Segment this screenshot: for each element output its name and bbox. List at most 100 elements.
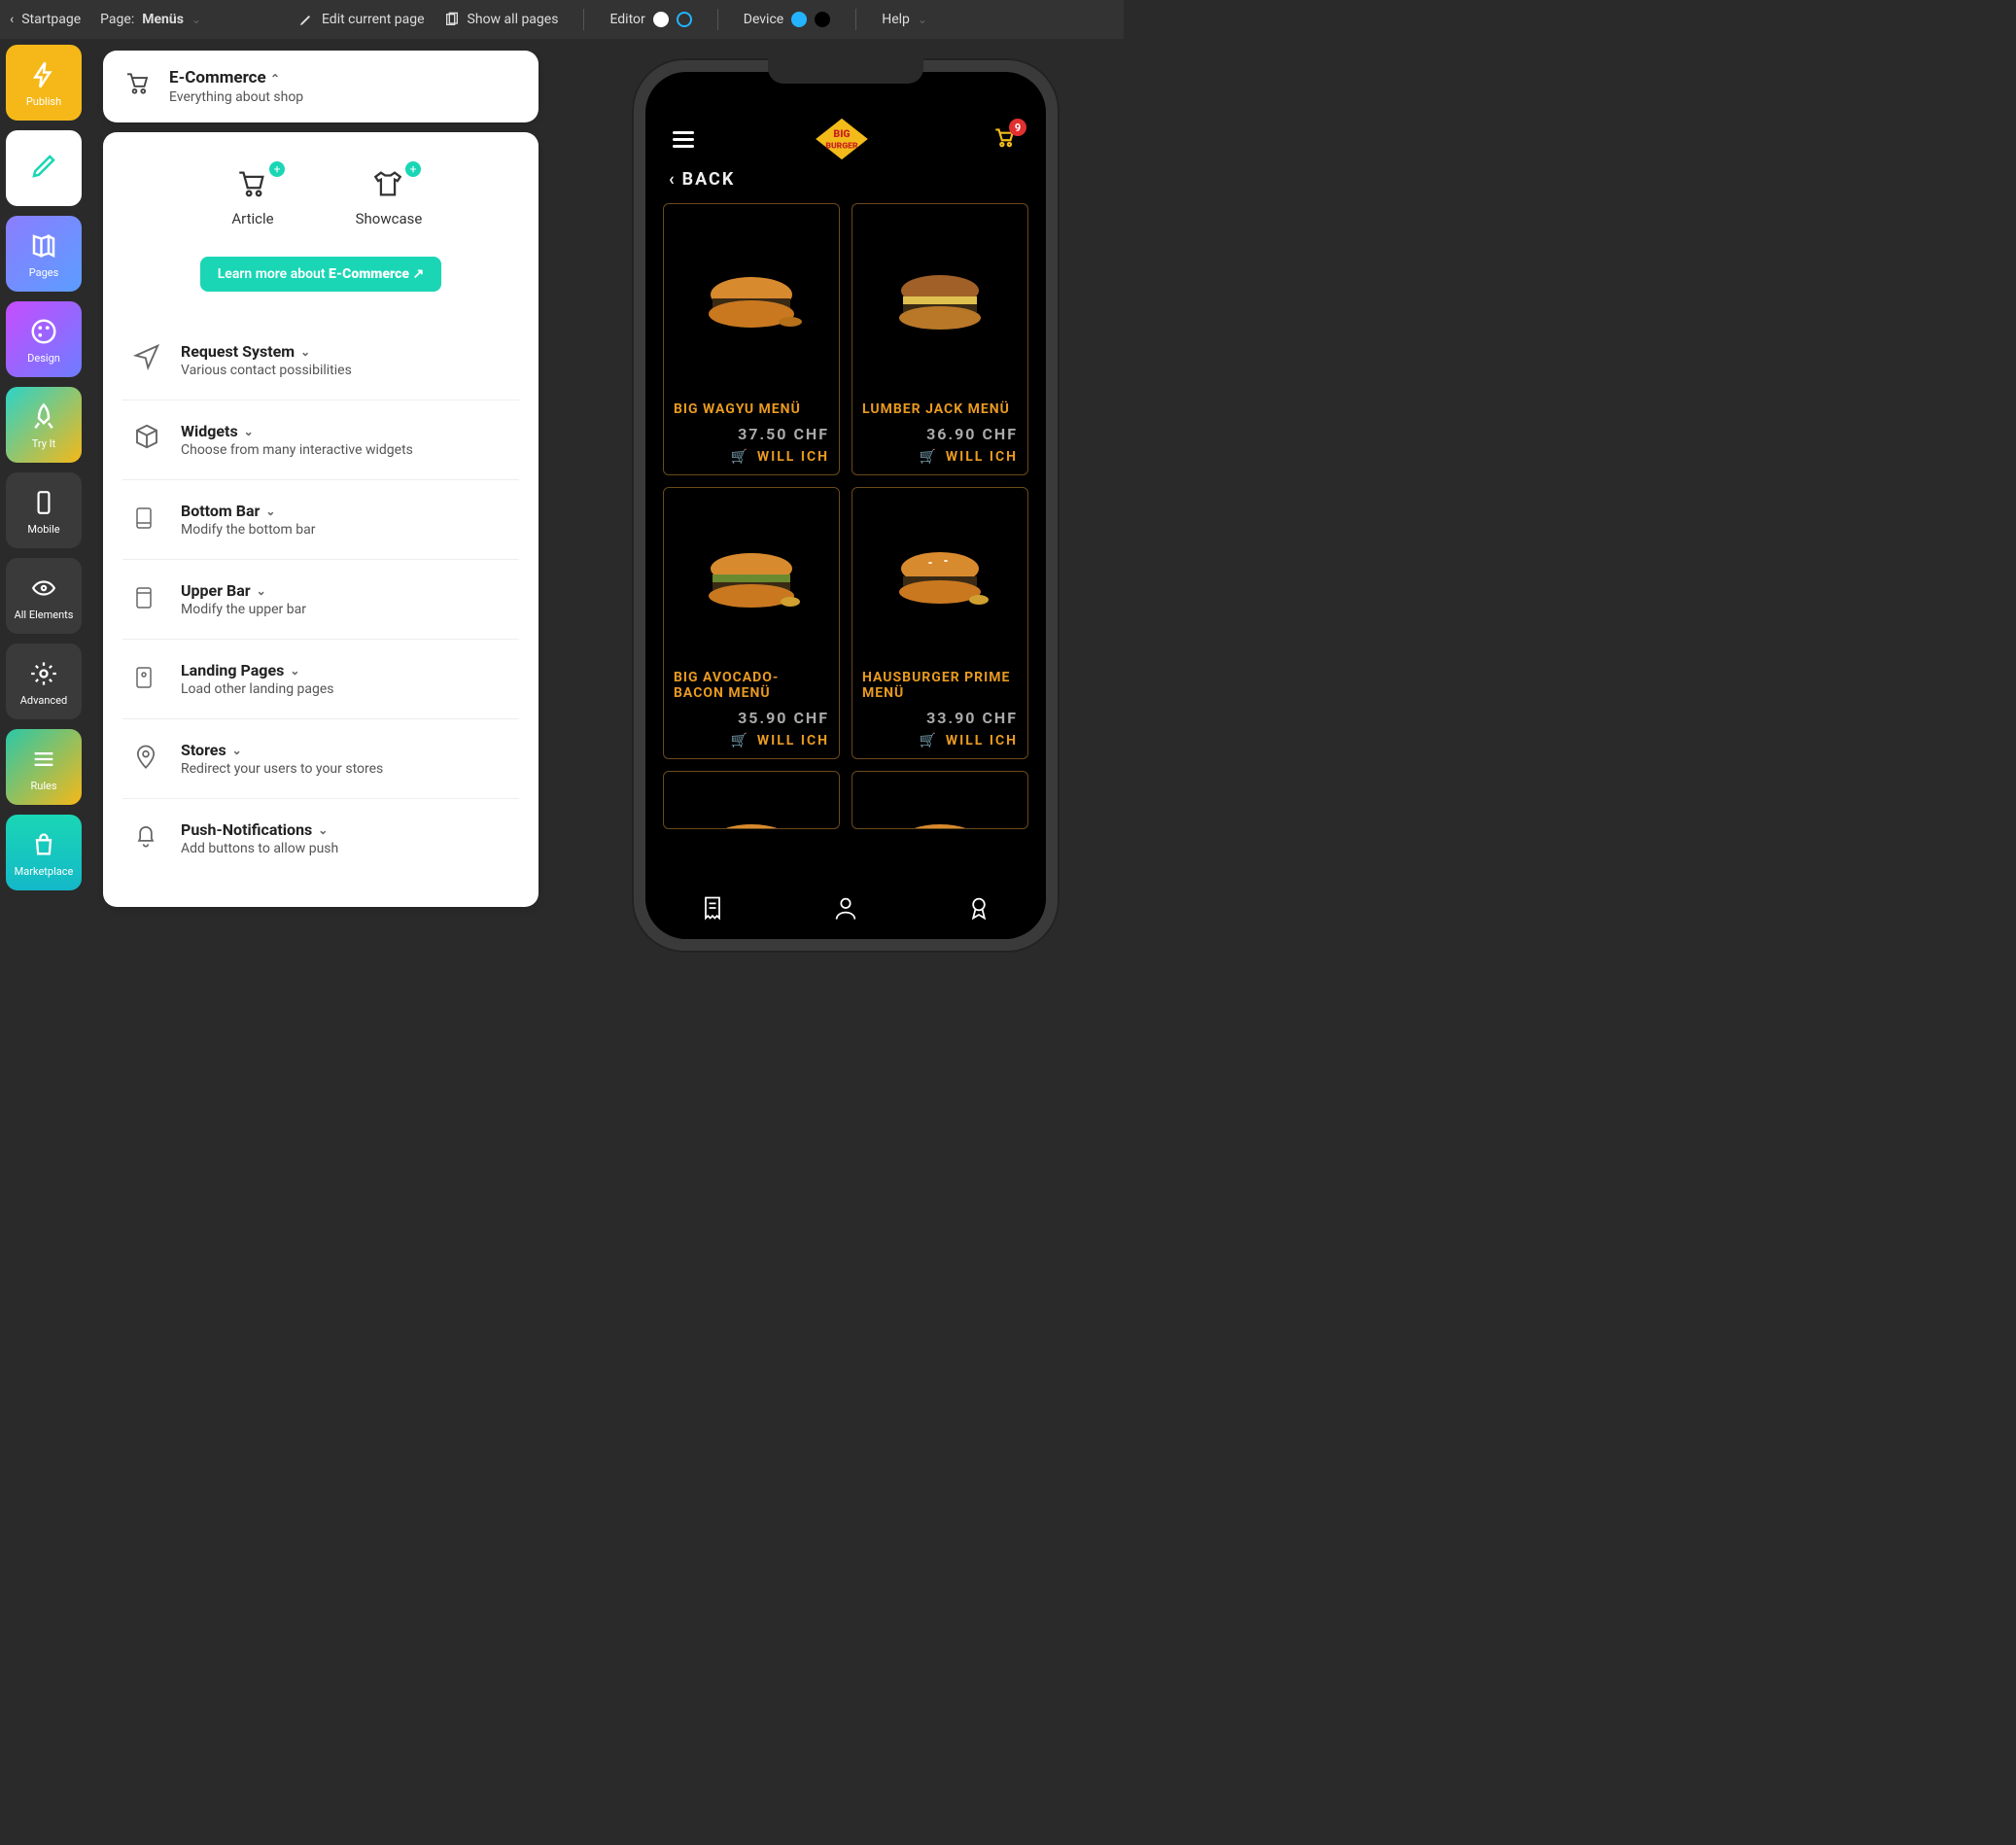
- panel-header[interactable]: E-Commerce ⌃ Everything about shop: [103, 51, 539, 122]
- panel-body: + Article + Showcase Learn more about E-…: [103, 132, 539, 907]
- back-label: BACK: [682, 169, 736, 190]
- rail-allelements[interactable]: All Elements: [6, 558, 82, 634]
- brand-logo[interactable]: BIG BURGER: [813, 117, 871, 161]
- menu-card-partial[interactable]: [852, 771, 1028, 829]
- brand-top: BIG: [833, 127, 850, 140]
- upperbar-icon: [132, 581, 163, 612]
- chevron-down-icon: ⌄: [300, 345, 310, 359]
- show-all-label: Show all pages: [468, 12, 559, 27]
- willich-label: WILL ICH: [946, 733, 1018, 748]
- menu-price: 35.90 CHF: [674, 709, 829, 727]
- rail-publish-label: Publish: [26, 95, 61, 108]
- back-button[interactable]: ‹ BACK: [669, 169, 1028, 190]
- rail-publish[interactable]: Publish: [6, 45, 82, 121]
- menu-title: HAUSBURGER PRIME MENÜ: [862, 670, 1018, 701]
- section-request-system[interactable]: Request System⌄Various contact possibili…: [122, 321, 519, 400]
- section-bottombar[interactable]: Bottom Bar⌄Modify the bottom bar: [122, 480, 519, 560]
- menu-grid: BIG WAGYU MENÜ 37.50 CHF 🛒WILL ICH LUMBE…: [663, 203, 1028, 829]
- element-picker: + Article + Showcase: [122, 157, 519, 257]
- breadcrumb-start[interactable]: ‹ Startpage: [10, 12, 81, 27]
- edit-page-label: Edit current page: [322, 12, 425, 27]
- element-showcase-label: Showcase: [356, 210, 423, 227]
- device-label: Device: [744, 12, 783, 27]
- rail-market-label: Marketplace: [15, 865, 74, 878]
- learn-more-button[interactable]: Learn more about E-Commerce ↗: [200, 257, 442, 292]
- rail-edit[interactable]: [6, 130, 82, 206]
- cube-icon: [132, 422, 163, 453]
- menu-card[interactable]: HAUSBURGER PRIME MENÜ 33.90 CHF 🛒WILL IC…: [852, 487, 1028, 759]
- section-upperbar[interactable]: Upper Bar⌄Modify the upper bar: [122, 560, 519, 640]
- cart-badge: 9: [1009, 119, 1026, 136]
- device-radio-desktop[interactable]: [815, 12, 830, 27]
- pages-icon: [444, 12, 460, 27]
- rail-rules[interactable]: Rules: [6, 729, 82, 805]
- user-icon[interactable]: [832, 894, 859, 925]
- section-title: Push-Notifications: [181, 820, 312, 839]
- section-sub: Modify the upper bar: [181, 602, 306, 617]
- cart-icon: 🛒: [730, 449, 748, 465]
- brand-bottom: BURGER: [825, 142, 858, 152]
- rail-tryit[interactable]: Try It: [6, 387, 82, 463]
- menu-title: BIG AVOCADO-BACON MENÜ: [674, 670, 829, 701]
- bag-icon: [27, 828, 60, 861]
- rail-marketplace[interactable]: Marketplace: [6, 815, 82, 890]
- section-sub: Choose from many interactive widgets: [181, 442, 413, 458]
- add-to-cart-button[interactable]: 🛒WILL ICH: [862, 449, 1018, 465]
- phone-screen: BIG BURGER 9 ‹ BACK: [645, 72, 1046, 939]
- chevron-down-icon: ⌄: [918, 13, 927, 26]
- pencil-icon: [298, 12, 314, 27]
- editor-radio-light[interactable]: [653, 12, 669, 27]
- section-stores[interactable]: Stores⌄Redirect your users to your store…: [122, 719, 519, 799]
- menu-card[interactable]: LUMBER JACK MENÜ 36.90 CHF 🛒WILL ICH: [852, 203, 1028, 475]
- section-landingpages[interactable]: Landing Pages⌄Load other landing pages: [122, 640, 519, 719]
- menu-card-partial[interactable]: [663, 771, 840, 829]
- menu-card[interactable]: BIG AVOCADO-BACON MENÜ 35.90 CHF 🛒WILL I…: [663, 487, 840, 759]
- menu-image: [674, 498, 829, 662]
- chevron-down-icon: ⌄: [265, 505, 275, 518]
- menu-card[interactable]: BIG WAGYU MENÜ 37.50 CHF 🛒WILL ICH: [663, 203, 840, 475]
- page-selector[interactable]: Page: Menüs ⌄: [100, 12, 201, 27]
- add-to-cart-button[interactable]: 🛒WILL ICH: [674, 449, 829, 465]
- add-to-cart-button[interactable]: 🛒WILL ICH: [674, 733, 829, 748]
- chevron-left-icon: ‹: [10, 12, 14, 27]
- cart-icon: [230, 167, 275, 200]
- chevron-down-icon: ⌄: [191, 13, 201, 26]
- landing-icon: [132, 661, 163, 692]
- rail-mobile[interactable]: Mobile: [6, 472, 82, 548]
- cart-button[interactable]: 9: [990, 124, 1019, 154]
- learn-prefix: Learn more about: [218, 266, 329, 282]
- receipt-icon[interactable]: [699, 894, 726, 925]
- device-radio-mobile[interactable]: [791, 12, 807, 27]
- menu-price: 33.90 CHF: [862, 709, 1018, 727]
- tshirt-icon: [366, 167, 411, 200]
- award-icon[interactable]: [965, 894, 992, 925]
- menu-image: [862, 498, 1018, 662]
- rail-rules-label: Rules: [30, 780, 56, 792]
- edit-page-button[interactable]: Edit current page: [298, 12, 425, 27]
- section-title: Stores: [181, 741, 226, 759]
- menu-icon[interactable]: [673, 131, 694, 148]
- section-push[interactable]: Push-Notifications⌄Add buttons to allow …: [122, 799, 519, 878]
- editor-radio-preview[interactable]: [677, 12, 692, 27]
- menu-price: 36.90 CHF: [862, 425, 1018, 443]
- chevron-up-icon: ⌃: [270, 72, 280, 86]
- chevron-down-icon: ⌄: [290, 664, 299, 678]
- device-toggle[interactable]: Device: [744, 12, 830, 27]
- rail-advanced[interactable]: Advanced: [6, 644, 82, 719]
- element-article[interactable]: + Article: [199, 167, 306, 227]
- add-to-cart-button[interactable]: 🛒WILL ICH: [862, 733, 1018, 748]
- rail-pages[interactable]: Pages: [6, 216, 82, 292]
- section-title: Landing Pages: [181, 661, 284, 679]
- rail-design[interactable]: Design: [6, 301, 82, 377]
- bottombar-icon: [132, 502, 163, 533]
- app-root: BIG BURGER 9 ‹ BACK: [645, 72, 1046, 939]
- help-menu[interactable]: Help ⌄: [882, 12, 927, 27]
- left-rail: Publish Pages Design Try It Mobile All E…: [0, 39, 87, 896]
- section-sub: Redirect your users to your stores: [181, 761, 383, 777]
- editor-toggle[interactable]: Editor: [609, 12, 691, 27]
- element-showcase[interactable]: + Showcase: [335, 167, 442, 227]
- show-all-pages-button[interactable]: Show all pages: [444, 12, 559, 27]
- eye-icon: [27, 572, 60, 605]
- section-widgets[interactable]: Widgets⌄Choose from many interactive wid…: [122, 400, 519, 480]
- pencil-icon: [27, 150, 60, 183]
